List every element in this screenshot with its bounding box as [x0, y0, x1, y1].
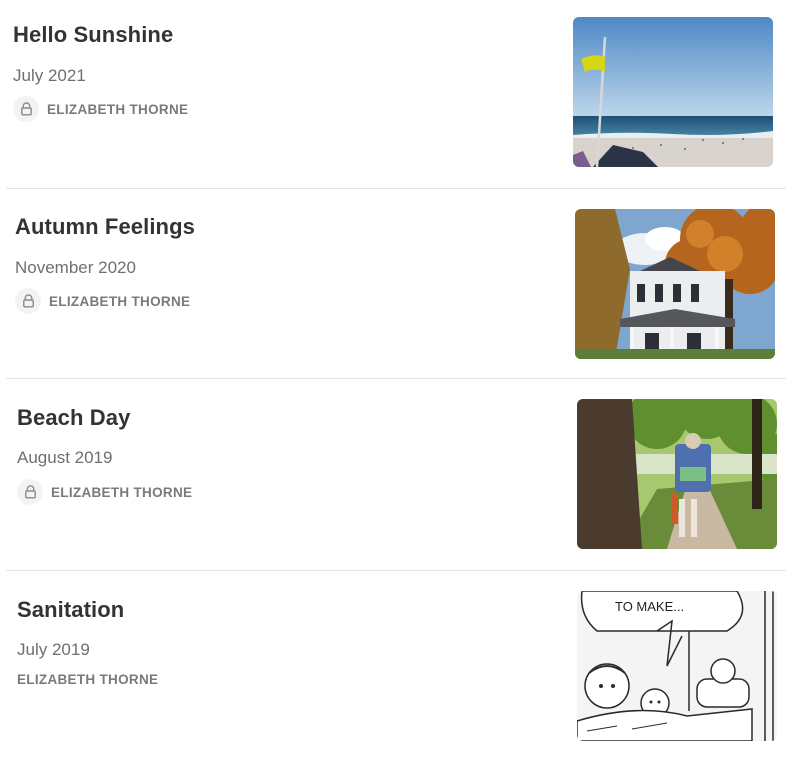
post-date: July 2021	[13, 66, 86, 85]
post-title[interactable]: Hello Sunshine	[13, 22, 173, 48]
post-date: November 2020	[15, 258, 136, 277]
comic-caption: TO MAKE...	[615, 599, 684, 614]
post-title[interactable]: Autumn Feelings	[15, 214, 195, 240]
post-item[interactable]: Autumn Feelings November 2020 ELIZABETH …	[0, 190, 780, 380]
divider	[6, 570, 786, 571]
lock-icon	[17, 479, 43, 505]
post-title[interactable]: Beach Day	[17, 405, 130, 431]
lock-icon	[13, 96, 39, 122]
post-thumbnail[interactable]	[577, 399, 777, 549]
post-date: July 2019	[17, 640, 90, 659]
divider	[6, 188, 786, 189]
post-thumbnail[interactable]: TO MAKE...	[577, 591, 777, 741]
post-item[interactable]: Hello Sunshine July 2021 ELIZABETH THORN…	[0, 0, 780, 190]
post-item[interactable]: Sanitation July 2019 ELIZABETH THORNE TO…	[0, 572, 780, 762]
post-author-row: ELIZABETH THORNE	[17, 672, 158, 687]
post-item[interactable]: Beach Day August 2019 ELIZABETH THORNE	[0, 380, 780, 570]
post-author-row: ELIZABETH THORNE	[15, 288, 190, 314]
post-date: August 2019	[17, 448, 113, 467]
post-author-row: ELIZABETH THORNE	[17, 479, 192, 505]
divider	[6, 378, 786, 379]
post-title[interactable]: Sanitation	[17, 597, 124, 623]
post-author-row: ELIZABETH THORNE	[13, 96, 188, 122]
post-author[interactable]: ELIZABETH THORNE	[47, 102, 188, 117]
post-author[interactable]: ELIZABETH THORNE	[49, 294, 190, 309]
post-author[interactable]: ELIZABETH THORNE	[51, 485, 192, 500]
post-author[interactable]: ELIZABETH THORNE	[17, 672, 158, 687]
post-thumbnail[interactable]	[573, 17, 773, 167]
post-thumbnail[interactable]	[575, 209, 775, 359]
lock-icon	[15, 288, 41, 314]
